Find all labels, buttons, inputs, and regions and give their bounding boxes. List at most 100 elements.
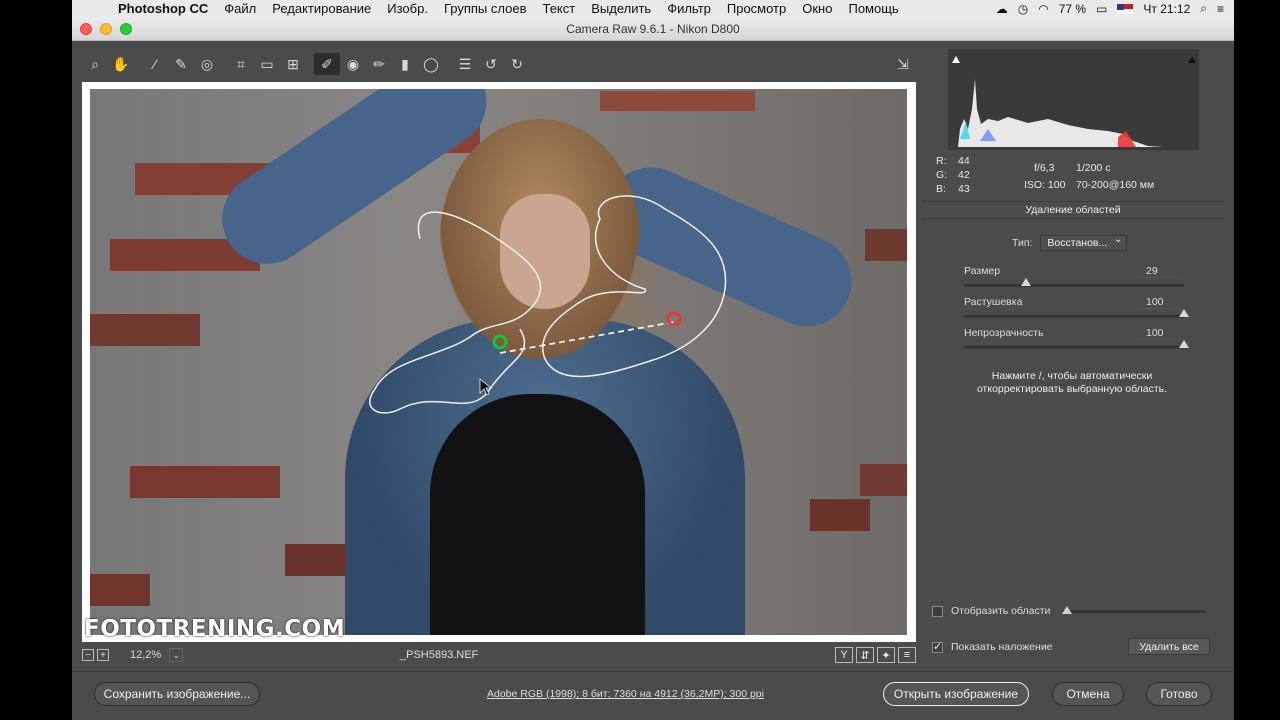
size-slider-thumb[interactable] <box>1020 278 1031 286</box>
zoom-in-button[interactable]: + <box>97 649 109 661</box>
source-area-outline[interactable] <box>369 211 542 414</box>
size-slider-row: Размер 29 <box>964 265 1184 295</box>
toolbar: ⌕ ✋ ⁄ ✎ ◎ ⌗ ▭ ⊞ ✐ ◉ ✏ ▮ ◯ ☰ ↺ ↻ ⇲ <box>82 51 916 77</box>
type-select[interactable]: Восстанов... <box>1040 233 1128 251</box>
show-areas-slider-track[interactable] <box>1066 610 1206 613</box>
size-value[interactable]: 29 <box>1136 265 1182 278</box>
highlight-clipping-warning-icon[interactable] <box>1188 56 1196 63</box>
feather-slider-thumb[interactable] <box>1179 309 1189 317</box>
target-pin-icon[interactable] <box>666 311 682 327</box>
white-balance-tool-icon[interactable]: ⁄ <box>142 53 168 75</box>
spot-removal-overlay <box>369 195 727 414</box>
menu-image[interactable]: Изобр. <box>387 1 428 16</box>
hand-tool-icon[interactable]: ✋ <box>108 53 134 75</box>
copy-settings-button[interactable]: ✦ <box>877 647 895 663</box>
time-machine-icon[interactable]: ◷ <box>1018 2 1028 16</box>
file-name: _PSH5893.NEF <box>400 649 479 661</box>
menu-window[interactable]: Окно <box>802 1 832 16</box>
g-value: 42 <box>958 169 970 181</box>
histogram <box>948 49 1199 150</box>
adjustment-brush-icon[interactable]: ✏ <box>366 53 392 75</box>
wifi-icon[interactable]: ◠ <box>1038 2 1048 16</box>
menu-text[interactable]: Текст <box>542 1 575 16</box>
open-image-button[interactable]: Открыть изображение <box>883 682 1029 706</box>
iso: ISO: 100 <box>1024 179 1066 191</box>
image-preview-frame <box>82 82 916 642</box>
input-source-flag-icon[interactable] <box>1117 3 1134 14</box>
clock[interactable]: Чт 21:12 <box>1143 2 1190 16</box>
fullscreen-toggle-icon[interactable]: ⇲ <box>890 53 916 75</box>
photo-preview[interactable] <box>90 89 907 635</box>
feather-label: Растушевка <box>964 296 1023 308</box>
zoom-window-button[interactable] <box>120 23 132 35</box>
hint-line-1: Нажмите /, чтобы автоматически <box>991 370 1153 382</box>
spotlight-search-icon[interactable]: ⌕ <box>1200 1 1207 16</box>
close-window-button[interactable] <box>80 23 92 35</box>
target-area-outline[interactable] <box>542 195 727 378</box>
cancel-button[interactable]: Отмена <box>1052 682 1124 706</box>
transform-tool-icon[interactable]: ⊞ <box>280 53 306 75</box>
radial-filter-icon[interactable]: ◯ <box>418 53 444 75</box>
menu-view[interactable]: Просмотр <box>727 1 786 16</box>
done-button[interactable]: Готово <box>1146 682 1212 706</box>
creative-cloud-icon[interactable]: ☁ <box>996 2 1008 16</box>
show-areas-row: Отобразить области <box>932 603 1222 619</box>
rotate-left-icon[interactable]: ↺ <box>478 53 504 75</box>
feather-slider-row: Растушевка 100 <box>964 296 1189 326</box>
menu-help[interactable]: Помощь <box>848 1 898 16</box>
show-overlay-checkbox[interactable] <box>932 640 943 653</box>
before-after-toggle-button[interactable]: Y <box>835 647 853 663</box>
size-slider-track[interactable] <box>964 284 1184 287</box>
feather-slider-track[interactable] <box>964 315 1184 318</box>
targeted-adjustment-tool-icon[interactable]: ◎ <box>194 53 220 75</box>
source-pin-icon[interactable] <box>492 334 508 350</box>
histogram-graph <box>952 56 1196 147</box>
b-value: 43 <box>958 183 970 195</box>
notification-center-icon[interactable]: ≡ <box>1217 2 1224 16</box>
opacity-slider-track[interactable] <box>964 346 1184 349</box>
show-areas-slider-thumb[interactable] <box>1062 606 1072 614</box>
mouse-cursor-icon <box>479 378 493 396</box>
b-label: B: <box>936 183 946 195</box>
opacity-value[interactable]: 100 <box>1136 327 1182 340</box>
save-image-button[interactable]: Сохранить изображение... <box>94 682 260 706</box>
shadow-clipping-warning-icon[interactable] <box>952 56 960 63</box>
color-sampler-tool-icon[interactable]: ✎ <box>168 53 194 75</box>
opacity-slider-thumb[interactable] <box>1179 340 1189 348</box>
type-row: Тип: Восстанов... <box>1012 233 1128 251</box>
watermark-text: FOTOTRENING.COM <box>84 616 346 642</box>
show-areas-checkbox[interactable] <box>932 605 943 617</box>
window-title: Camera Raw 9.6.1 - Nikon D800 <box>566 21 740 36</box>
menu-select[interactable]: Выделить <box>591 1 651 16</box>
aperture: f/6,3 <box>1034 162 1055 174</box>
battery-percent[interactable]: 77 % <box>1059 2 1086 16</box>
minimize-window-button[interactable] <box>100 23 112 35</box>
show-overlay-label: Показать наложение <box>951 641 1053 653</box>
menu-layer-groups[interactable]: Группы слоев <box>444 1 527 16</box>
panel-title: Удаление областей <box>922 201 1224 219</box>
menu-edit[interactable]: Редактирование <box>272 1 371 16</box>
delete-all-button[interactable]: Удалить все <box>1128 638 1210 655</box>
histogram-red <box>1118 131 1136 147</box>
spot-removal-tool-icon[interactable]: ✐ <box>314 53 340 75</box>
graduated-filter-icon[interactable]: ▮ <box>392 53 418 75</box>
menu-file[interactable]: Файл <box>224 1 256 16</box>
menu-app-name[interactable]: Photoshop CC <box>118 1 208 16</box>
swap-before-after-button[interactable]: ⇵ <box>856 647 874 663</box>
crop-tool-icon[interactable]: ⌗ <box>228 53 254 75</box>
battery-icon[interactable]: ▭ <box>1096 2 1107 16</box>
red-eye-tool-icon[interactable]: ◉ <box>340 53 366 75</box>
straighten-tool-icon[interactable]: ▭ <box>254 53 280 75</box>
zoom-tool-icon[interactable]: ⌕ <box>82 53 108 75</box>
menu-filter[interactable]: Фильтр <box>667 1 711 16</box>
feather-value[interactable]: 100 <box>1136 296 1182 309</box>
preview-preferences-button[interactable]: ≡ <box>898 647 916 663</box>
bottom-bar: Сохранить изображение... Adobe RGB (1998… <box>72 671 1234 720</box>
preferences-icon[interactable]: ☰ <box>452 53 478 75</box>
zoom-dropdown-chevron-icon[interactable]: ⌄ <box>169 648 184 662</box>
rotate-right-icon[interactable]: ↻ <box>504 53 530 75</box>
zoom-out-button[interactable]: − <box>82 649 94 661</box>
opacity-slider-row: Непрозрачность 100 <box>964 327 1189 357</box>
workflow-options-link[interactable]: Adobe RGB (1998); 8 бит; 7360 на 4912 (3… <box>487 688 764 700</box>
menu-bar: Photoshop CC Файл Редактирование Изобр. … <box>72 0 1234 17</box>
